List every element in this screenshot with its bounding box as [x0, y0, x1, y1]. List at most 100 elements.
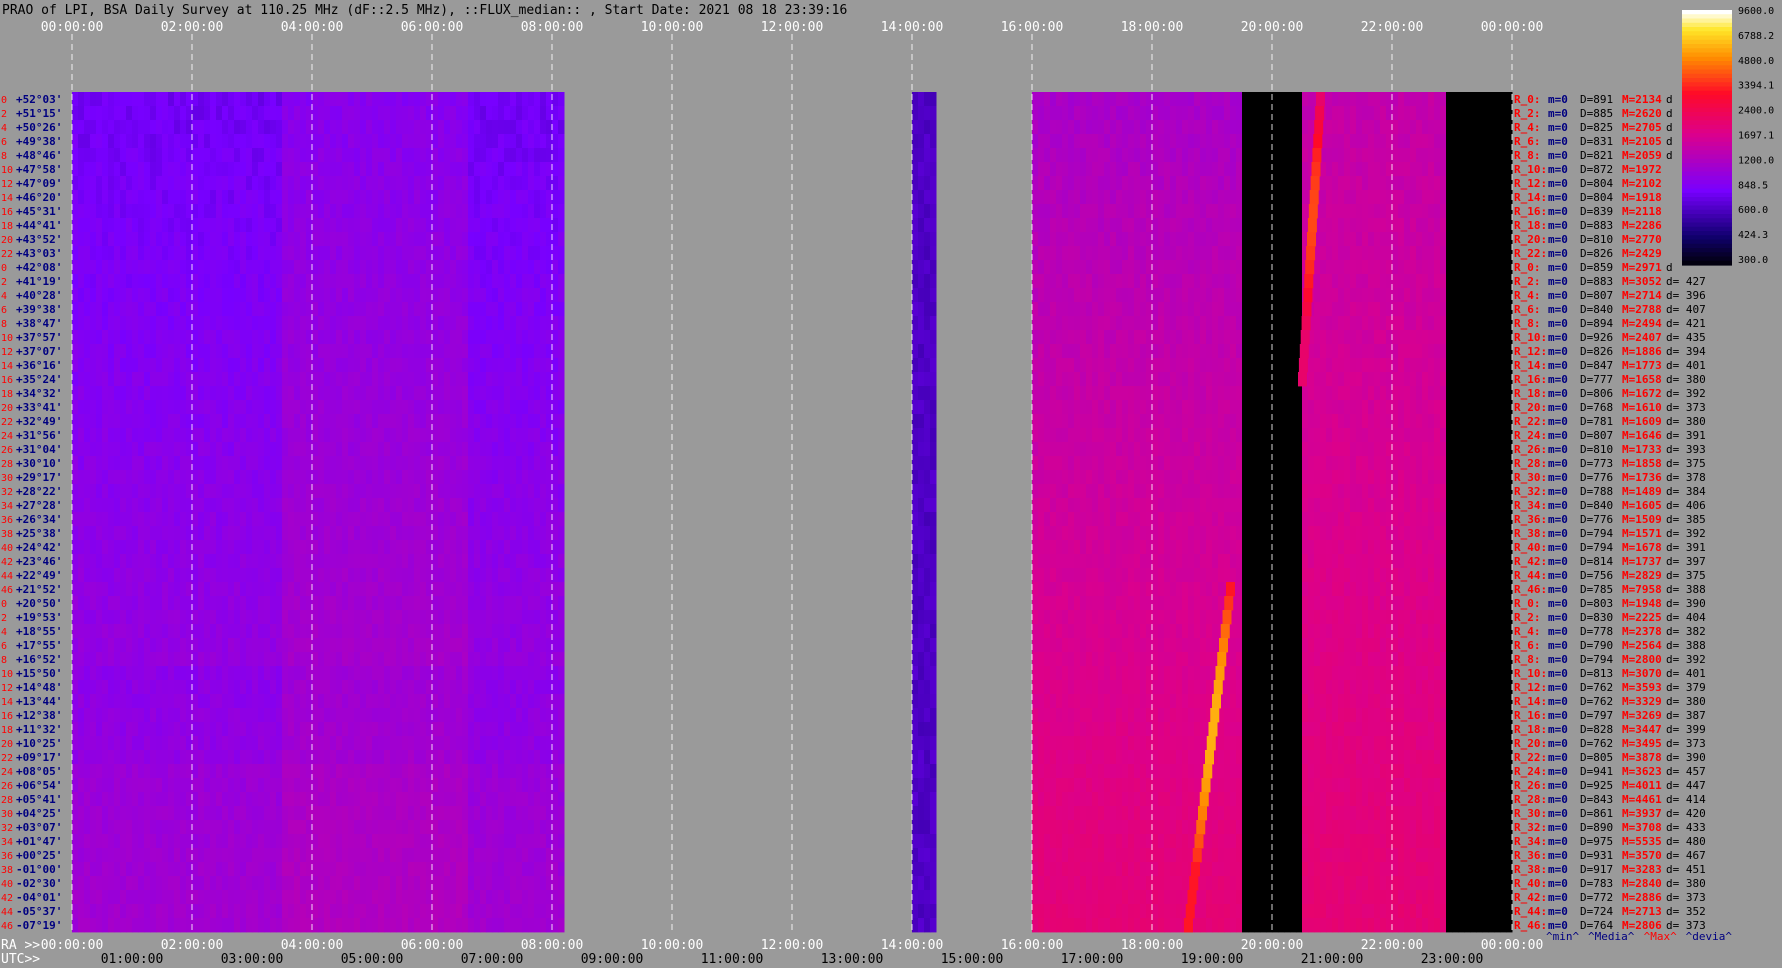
heatmap-cell	[252, 708, 259, 723]
heatmap-cell	[252, 666, 259, 681]
heatmap-cell	[276, 330, 283, 345]
heatmap-cell	[144, 148, 151, 163]
heatmap-cell	[342, 876, 349, 891]
heatmap-cell	[516, 862, 523, 877]
heatmap-cell	[246, 120, 253, 135]
heatmap-cell	[420, 260, 427, 275]
heatmap-cell	[468, 918, 475, 933]
heatmap-cell	[240, 792, 247, 807]
heatmap-cell	[90, 120, 97, 135]
heatmap-cell	[120, 316, 127, 331]
heatmap-cell	[144, 134, 151, 149]
heatmap-cell	[540, 806, 547, 821]
heatmap-cell	[558, 106, 565, 121]
heatmap-cell	[354, 484, 361, 499]
heatmap-cell	[360, 106, 367, 121]
heatmap-cell	[222, 624, 229, 639]
heatmap-cell	[144, 820, 151, 835]
heatmap-cell	[384, 848, 391, 863]
heatmap-cell	[540, 568, 547, 583]
heatmap-cell	[192, 708, 199, 723]
heatmap-cell	[120, 204, 127, 219]
heatmap-cell	[528, 358, 535, 373]
heatmap-cell	[336, 274, 343, 289]
heatmap-cell	[156, 344, 163, 359]
heatmap-cell	[486, 414, 493, 429]
heatmap-cell	[180, 260, 187, 275]
heatmap-cell	[396, 386, 403, 401]
heatmap-cell	[456, 316, 463, 331]
heatmap-cell	[294, 176, 301, 191]
heatmap-cell	[462, 680, 469, 695]
heatmap-cell	[528, 302, 535, 317]
heatmap-cell	[438, 148, 445, 163]
heatmap-cell	[102, 652, 109, 667]
heatmap-cell	[438, 820, 445, 835]
heatmap-cell	[300, 582, 307, 597]
heatmap-cell	[84, 148, 91, 163]
heatmap-cell	[282, 722, 289, 737]
heatmap-cell	[318, 764, 325, 779]
heatmap-cell	[132, 876, 139, 891]
heatmap-cell	[912, 106, 919, 121]
heatmap-cell	[294, 666, 301, 681]
heatmap-cell	[318, 918, 325, 933]
heatmap-cell	[324, 610, 331, 625]
heatmap-cell	[108, 876, 115, 891]
heatmap-cell	[210, 498, 217, 513]
heatmap-cell	[222, 400, 229, 415]
heatmap-cell	[330, 442, 337, 457]
heatmap-cell	[210, 666, 217, 681]
heatmap-cell	[486, 288, 493, 303]
heatmap-cell	[384, 708, 391, 723]
heatmap-cell	[504, 162, 511, 177]
heatmap-cell	[84, 708, 91, 723]
heatmap-cell	[120, 274, 127, 289]
heatmap-cell	[144, 302, 151, 317]
heatmap-cell	[276, 316, 283, 331]
heatmap-cell	[438, 400, 445, 415]
heatmap-cell	[378, 204, 385, 219]
heatmap-cell	[522, 526, 529, 541]
heatmap-cell	[480, 204, 487, 219]
heatmap-cell	[270, 470, 277, 485]
heatmap-cell	[342, 820, 349, 835]
heatmap-cell	[108, 190, 115, 205]
heatmap-cell	[528, 288, 535, 303]
heatmap-cell	[120, 554, 127, 569]
heatmap-cell	[108, 400, 115, 415]
heatmap-cell	[330, 736, 337, 751]
heatmap-cell	[198, 918, 205, 933]
heatmap-cell	[438, 470, 445, 485]
heatmap-cell	[480, 918, 487, 933]
heatmap-cell	[84, 722, 91, 737]
heatmap-cell	[204, 414, 211, 429]
heatmap-cell	[168, 554, 175, 569]
heatmap-cell	[222, 386, 229, 401]
heatmap-cell	[138, 666, 145, 681]
heatmap-cell	[378, 162, 385, 177]
heatmap-cell	[534, 92, 541, 107]
heatmap-cell	[246, 260, 253, 275]
heatmap-cell	[264, 554, 271, 569]
heatmap-cell	[348, 778, 355, 793]
heatmap-cell	[276, 498, 283, 513]
heatmap-cell	[90, 204, 97, 219]
heatmap-cell	[468, 414, 475, 429]
heatmap-cell	[150, 554, 157, 569]
heatmap-cell	[246, 554, 253, 569]
heatmap-cell	[120, 428, 127, 443]
heatmap-cell	[72, 358, 79, 373]
heatmap-cell	[192, 288, 199, 303]
heatmap-cell	[372, 358, 379, 373]
heatmap-cell	[252, 456, 259, 471]
heatmap-cell	[510, 106, 517, 121]
heatmap-cell	[348, 568, 355, 583]
heatmap-cell	[180, 372, 187, 387]
heatmap-cell	[432, 638, 439, 653]
heatmap-cell	[252, 316, 259, 331]
heatmap-cell	[474, 638, 481, 653]
heatmap-cell	[102, 470, 109, 485]
heatmap-cell	[438, 526, 445, 541]
heatmap-cell	[300, 302, 307, 317]
